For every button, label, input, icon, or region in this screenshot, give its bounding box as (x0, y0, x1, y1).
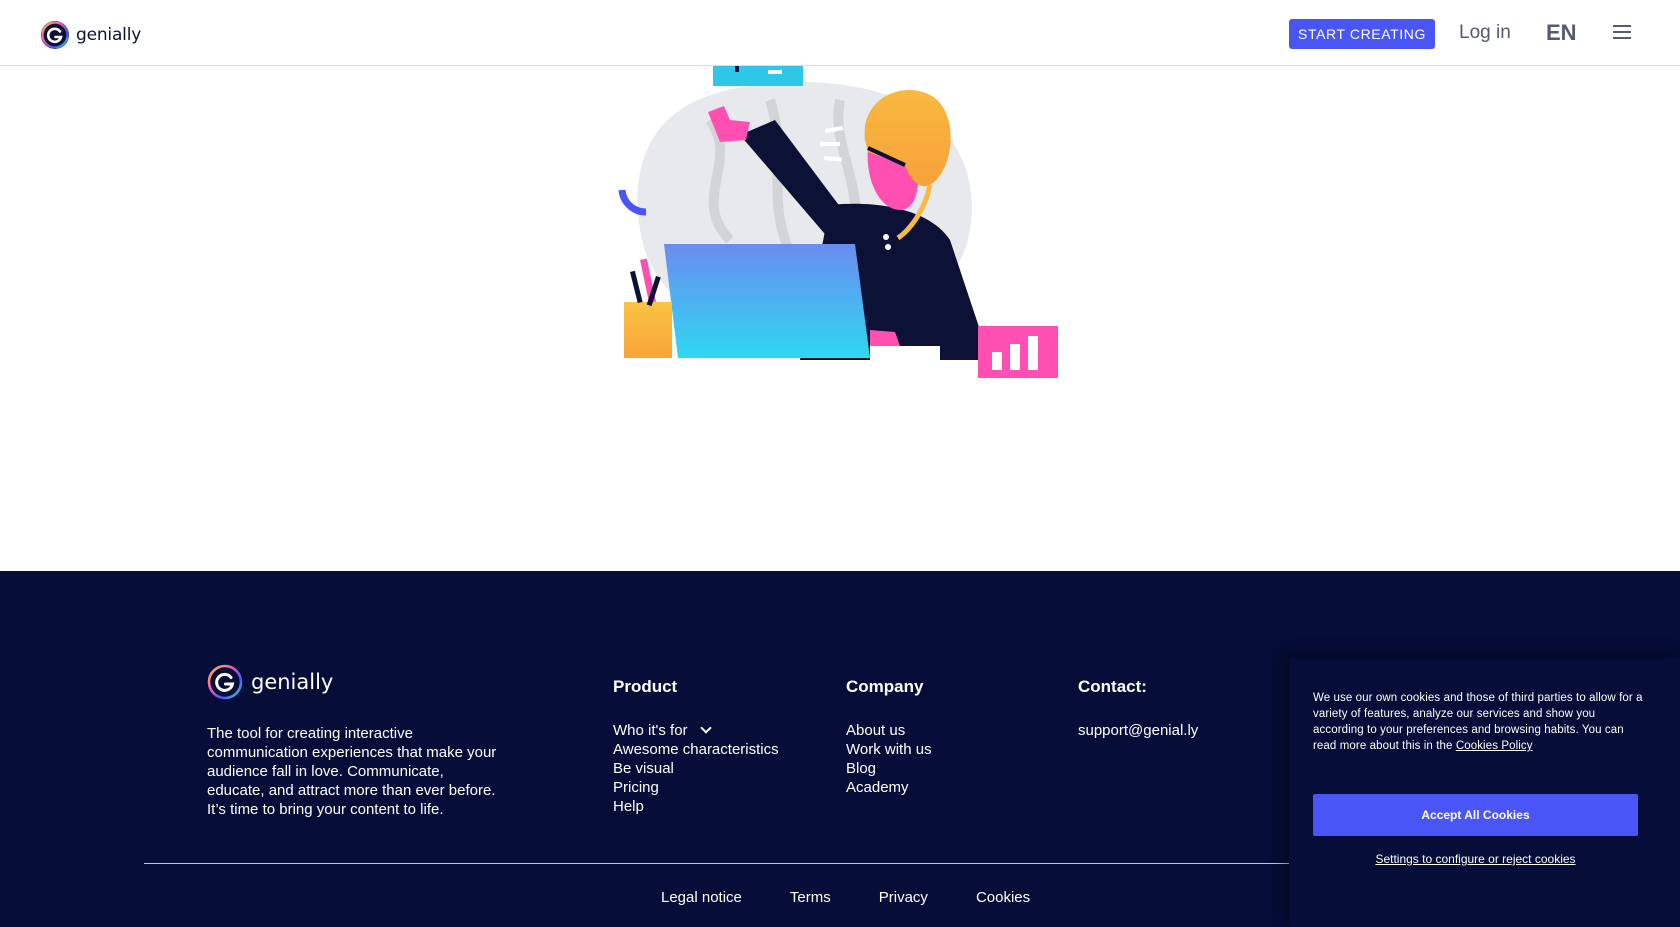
genially-logo[interactable]: genially (40, 20, 141, 50)
hero-illustration (618, 62, 1058, 378)
top-header: genially START CREATING Log in EN (0, 0, 1680, 66)
accept-all-cookies-button[interactable]: Accept All Cookies (1313, 794, 1638, 836)
pricing-link[interactable]: Pricing (613, 778, 779, 797)
cookie-settings-link[interactable]: Settings to configure or reject cookies (1289, 852, 1662, 866)
privacy-link[interactable]: Privacy (879, 889, 928, 906)
blog-link[interactable]: Blog (846, 759, 932, 778)
genially-g-icon (207, 664, 243, 700)
logo-wordmark: genially (76, 25, 142, 45)
footer-contact-column: Contact: support@genial.ly (1078, 677, 1198, 740)
footer-description: The tool for creating interactive commun… (207, 725, 497, 818)
terms-link[interactable]: Terms (790, 889, 831, 906)
language-selector[interactable]: EN (1546, 20, 1577, 46)
footer-logo-wordmark: genially (251, 670, 334, 694)
hamburger-menu-icon[interactable] (1613, 25, 1631, 39)
legal-notice-link[interactable]: Legal notice (661, 889, 742, 906)
footer-legal-links: Legal notice Terms Privacy Cookies (661, 889, 1030, 906)
academy-link[interactable]: Academy (846, 778, 932, 797)
help-link[interactable]: Help (613, 797, 779, 816)
about-us-link[interactable]: About us (846, 721, 932, 740)
support-email-link[interactable]: support@genial.ly (1078, 721, 1198, 740)
cookie-text: We use our own cookies and those of thir… (1313, 692, 1643, 752)
footer-product-column: Product Who it's for Awesome characteris… (613, 677, 779, 816)
cookies-link[interactable]: Cookies (976, 889, 1030, 906)
login-link[interactable]: Log in (1459, 22, 1511, 44)
start-creating-button[interactable]: START CREATING (1289, 19, 1435, 49)
awesome-characteristics-link[interactable]: Awesome characteristics (613, 740, 779, 759)
product-heading: Product (613, 677, 678, 696)
genially-g-icon (41, 21, 69, 49)
footer-company-column: Company About us Work with us Blog Acade… (846, 677, 932, 797)
cookie-consent-banner: We use our own cookies and those of thir… (1289, 658, 1680, 927)
company-heading: Company (846, 677, 924, 696)
work-with-us-link[interactable]: Work with us (846, 740, 932, 759)
who-its-for-link[interactable]: Who it's for (613, 721, 779, 740)
chevron-down-icon (699, 722, 712, 734)
footer-divider (144, 863, 1289, 864)
contact-heading: Contact: (1078, 677, 1147, 696)
be-visual-link[interactable]: Be visual (613, 759, 779, 778)
footer-logo[interactable]: genially (207, 664, 333, 700)
cookies-policy-link[interactable]: Cookies Policy (1456, 740, 1533, 752)
